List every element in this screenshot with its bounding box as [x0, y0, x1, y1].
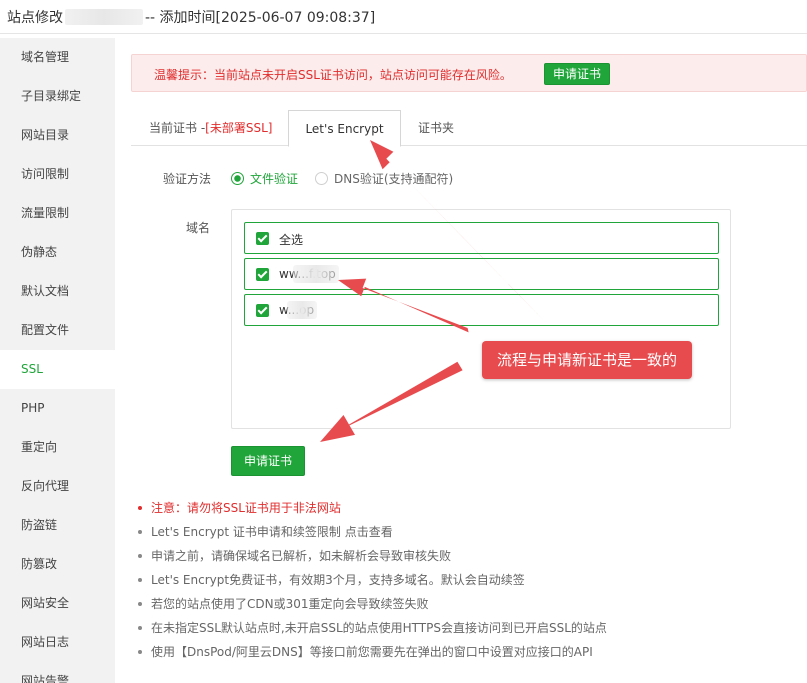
domain-item[interactable]: w...op [244, 294, 719, 326]
radio-dns-verify[interactable]: DNS验证(支持通配符) [315, 170, 453, 187]
radio-unselected-icon [315, 172, 328, 185]
tab-cert-folder[interactable]: 证书夹 [401, 110, 471, 147]
alert-text: 温馨提示：当前站点未开启SSL证书访问，站点访问可能存在风险。 [154, 68, 512, 82]
sidebar-item-traffic-limit[interactable]: 流量限制 [0, 194, 115, 233]
sidebar-item-reverse-proxy[interactable]: 反向代理 [0, 467, 115, 506]
tips-list: 注意：请勿将SSL证书用于非法网站 Let's Encrypt 证书申请和续签限… [131, 496, 807, 664]
radio-selected-icon [231, 172, 244, 185]
domain-list: 全选 ww...f.top w...op [231, 209, 731, 429]
settings-sidebar: 域名管理 子目录绑定 网站目录 访问限制 流量限制 伪静态 默认文档 配置文件 … [0, 38, 115, 683]
sidebar-item-hotlink[interactable]: 防盗链 [0, 506, 115, 545]
ssl-warning-alert: 温馨提示：当前站点未开启SSL证书访问，站点访问可能存在风险。 申请证书 [131, 54, 807, 92]
sidebar-item-subdir[interactable]: 子目录绑定 [0, 77, 115, 116]
tip-item: 在未指定SSL默认站点时,未开启SSL的站点使用HTTPS会直接访问到已开启SS… [131, 616, 807, 640]
tab-current-cert[interactable]: 当前证书 -[未部署SSL] [131, 110, 288, 147]
verify-method-label: 验证方法 [163, 172, 212, 186]
sidebar-item-access-limit[interactable]: 访问限制 [0, 155, 115, 194]
sidebar-item-site-log[interactable]: 网站日志 [0, 623, 115, 662]
tab-letsencrypt[interactable]: Let's Encrypt [288, 110, 401, 147]
tip-item-warning: 注意：请勿将SSL证书用于非法网站 [131, 496, 807, 520]
sidebar-item-site-dir[interactable]: 网站目录 [0, 116, 115, 155]
domain-item[interactable]: ww...f.top [244, 258, 719, 290]
sidebar-item-php[interactable]: PHP [0, 389, 115, 428]
window-title: 站点修改 -- 添加时间[2025-06-07 09:08:37] [7, 7, 375, 27]
radio-file-verify[interactable]: 文件验证 [231, 170, 298, 187]
radio-dns-verify-label: DNS验证(支持通配符) [334, 172, 454, 186]
redacted-domain-part [293, 265, 339, 283]
window-title-bar: 站点修改 -- 添加时间[2025-06-07 09:08:37] [0, 0, 807, 34]
domain-label: 域名 [186, 221, 211, 235]
ssl-panel: 温馨提示：当前站点未开启SSL证书访问，站点访问可能存在风险。 申请证书 当前证… [131, 38, 807, 683]
sidebar-item-default-doc[interactable]: 默认文档 [0, 272, 115, 311]
domain-select-all[interactable]: 全选 [244, 222, 719, 254]
tip-item: 申请之前，请确保域名已解析，如未解析会导致审核失败 [131, 544, 807, 568]
tip-item: 若您的站点使用了CDN或301重定向会导致续签失败 [131, 592, 807, 616]
sidebar-item-site-alert[interactable]: 网站告警 [0, 662, 115, 683]
ssl-tabs: 当前证书 -[未部署SSL] Let's Encrypt 证书夹 [131, 110, 807, 147]
checkbox-checked-icon [256, 304, 269, 317]
sidebar-item-tamper-proof[interactable]: 防篡改 [0, 545, 115, 584]
sidebar-item-ssl[interactable]: SSL [0, 350, 115, 389]
apply-cert-button[interactable]: 申请证书 [231, 446, 305, 476]
checkbox-checked-icon [256, 268, 269, 281]
sidebar-item-site-security[interactable]: 网站安全 [0, 584, 115, 623]
tip-item: Let's Encrypt免费证书，有效期3个月，支持多域名。默认会自动续签 [131, 568, 807, 592]
tip-item-limits-link[interactable]: Let's Encrypt 证书申请和续签限制 点击查看 [131, 520, 807, 544]
window-title-suffix: -- 添加时间[2025-06-07 09:08:37] [145, 10, 376, 26]
alert-apply-cert-button[interactable]: 申请证书 [544, 63, 610, 85]
redacted-site-name [65, 9, 143, 25]
tip-item: 使用【DnsPod/阿里云DNS】等接口前您需要先在弹出的窗口中设置对应接口的A… [131, 640, 807, 664]
window-title-prefix: 站点修改 [7, 10, 63, 26]
select-all-label: 全选 [279, 233, 304, 247]
annotation-callout: 流程与申请新证书是一致的 [482, 341, 692, 379]
redacted-domain-part [287, 301, 317, 319]
tab-current-cert-label: 当前证书 - [149, 121, 206, 135]
sidebar-item-redirect[interactable]: 重定向 [0, 428, 115, 467]
cert-status-badge: [未部署SSL] [205, 121, 273, 135]
sidebar-item-config-file[interactable]: 配置文件 [0, 311, 115, 350]
checkbox-checked-icon [256, 232, 269, 245]
sidebar-item-rewrite[interactable]: 伪静态 [0, 233, 115, 272]
radio-file-verify-label: 文件验证 [250, 172, 299, 186]
sidebar-item-domain[interactable]: 域名管理 [0, 38, 115, 77]
